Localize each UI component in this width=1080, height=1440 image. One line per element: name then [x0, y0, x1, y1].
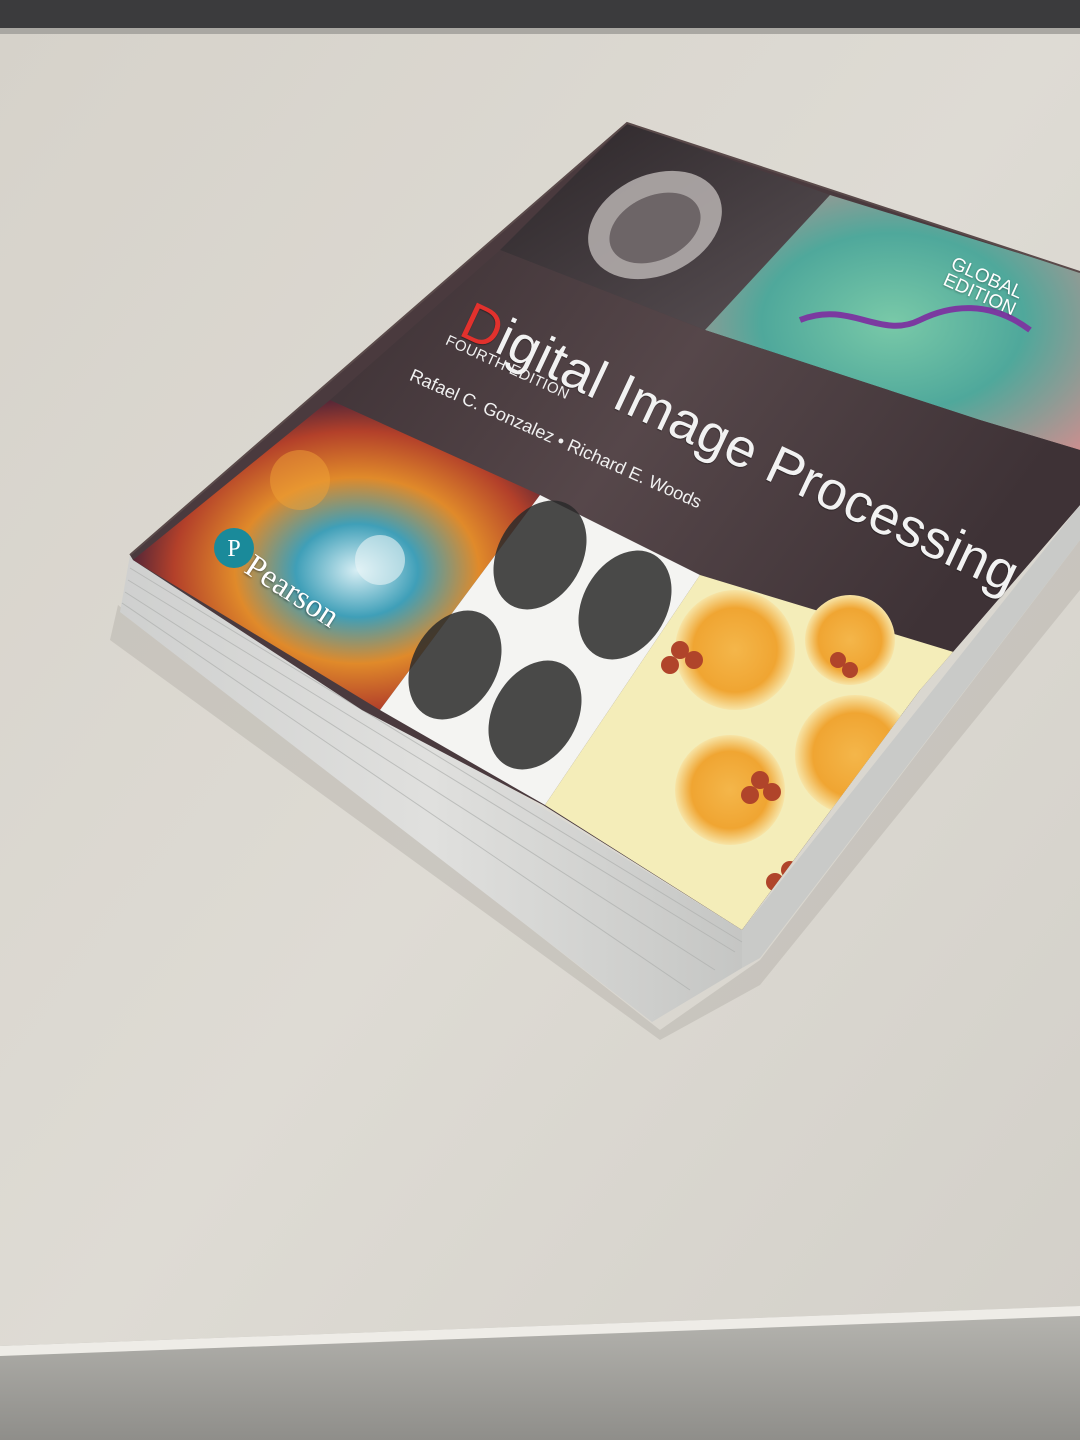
global-edition-badge: GLOBAL EDITION — [940, 253, 1026, 320]
publisher-name: Pearson — [238, 548, 346, 636]
svg-text:P: P — [227, 536, 240, 562]
book-title: Digital Image Processing — [452, 290, 1030, 606]
